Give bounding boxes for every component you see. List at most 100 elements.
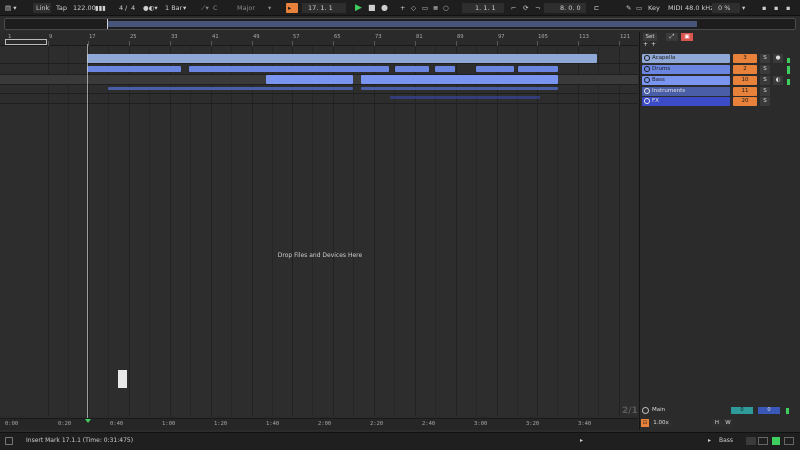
status-toggle-icon[interactable] (5, 437, 13, 445)
track-lane-bass[interactable] (0, 75, 638, 85)
add-marker-icon[interactable]: + (643, 42, 649, 48)
track-volume[interactable]: 20 (733, 97, 757, 106)
follow-icon[interactable]: ▸ (288, 3, 291, 13)
arrangement-position-field[interactable]: 17. 1. 1 (308, 3, 333, 13)
track-lane-instruments[interactable] (0, 86, 638, 94)
height-button[interactable]: H (712, 419, 722, 427)
track-volume[interactable]: 11 (733, 87, 757, 96)
track-activator-icon[interactable] (644, 77, 650, 83)
zoom-display[interactable]: 1.00x (651, 419, 671, 427)
track-header-bass[interactable]: Bass 10 S ◐ (642, 76, 799, 86)
clip-drums[interactable] (87, 66, 181, 72)
device-detail-icon[interactable] (758, 437, 768, 445)
main-value-b[interactable]: 0 (758, 407, 780, 414)
metronome-icon[interactable]: ●◐▾ (143, 3, 158, 13)
clip-drums[interactable] (476, 66, 514, 72)
solo-button[interactable]: S (760, 97, 770, 106)
layout-toggle-icon[interactable] (784, 437, 794, 445)
link-button[interactable]: Link (36, 3, 49, 13)
loop-length-field[interactable]: 8. 0. 0 (560, 3, 581, 13)
key-scale-select[interactable]: Major (237, 3, 255, 13)
track-activator-icon[interactable] (644, 66, 650, 72)
arrangement-expand-icon[interactable]: ⤢ (666, 33, 678, 41)
keyboard-icon[interactable]: ▭ (636, 3, 642, 13)
zoom-lock-icon[interactable]: ⊡ (641, 419, 649, 427)
reenable-automation-icon[interactable]: ▭ (422, 3, 428, 13)
track-volume[interactable]: 10 (733, 76, 757, 85)
track-header-drums[interactable]: Drums 2 S (642, 65, 799, 75)
device-view-toggle-icon[interactable]: ▸ (708, 437, 711, 444)
clip-bass[interactable] (266, 75, 353, 84)
track-volume[interactable]: 2 (733, 65, 757, 74)
time-signature-numerator[interactable]: 4 (119, 3, 123, 13)
key-root-select[interactable]: C (213, 3, 218, 13)
track-header-acapella[interactable]: Acapella 3 S ● (642, 54, 799, 64)
insert-marker[interactable] (87, 44, 88, 418)
track-activator-icon[interactable] (644, 88, 650, 94)
bar-ruler[interactable]: 1 9 17 25 33 41 49 57 65 73 81 89 97 105… (0, 32, 638, 46)
scale-icon[interactable]: ⟋▾ (201, 3, 209, 13)
solo-button[interactable]: S (760, 65, 770, 74)
time-signature-denominator[interactable]: 4 (131, 3, 135, 13)
track-activator-icon[interactable] (644, 55, 650, 61)
clip-detail-icon[interactable] (746, 437, 756, 445)
tempo-field[interactable]: 122.00 (73, 3, 96, 13)
draw-mode-icon[interactable]: ⊏ (594, 3, 599, 13)
solo-button[interactable]: S (760, 54, 770, 63)
time-ruler[interactable]: 0:00 0:20 0:40 1:00 1:20 1:40 2:00 2:20 … (0, 418, 638, 430)
loop-start-field[interactable]: 1. 1. 1 (475, 3, 496, 13)
record-icon[interactable]: ● (381, 3, 388, 13)
automation-arm-icon[interactable]: ◇ (411, 3, 416, 13)
clip-instruments[interactable] (108, 87, 353, 90)
capture-icon[interactable]: ≣ (433, 3, 438, 13)
punch-out-icon[interactable]: ¬ (535, 3, 540, 13)
clip-drums[interactable] (395, 66, 429, 72)
set-button[interactable]: Set (643, 33, 657, 41)
monitor-icon[interactable]: ◐ (773, 76, 783, 85)
session-record-icon[interactable]: ○ (443, 3, 449, 13)
track-header-instruments[interactable]: Instruments 11 S (642, 87, 799, 97)
clip-instruments[interactable] (361, 87, 558, 90)
track-volume[interactable]: 3 (733, 54, 757, 63)
solo-button[interactable]: S (760, 76, 770, 85)
clip-drums[interactable] (435, 66, 455, 72)
midi-map-button[interactable]: MIDI (668, 3, 682, 13)
quantize-select[interactable]: 1 Bar (165, 3, 182, 13)
clip-acapella[interactable] (87, 54, 597, 63)
stop-icon[interactable]: ■ (368, 3, 376, 13)
remove-marker-icon[interactable]: + (651, 42, 657, 48)
width-button[interactable]: W (723, 419, 733, 427)
track-lane-fx[interactable] (0, 94, 638, 104)
pencil-icon[interactable]: ✎ (626, 3, 631, 13)
tap-button[interactable]: Tap (56, 3, 67, 13)
clip-fx[interactable] (390, 96, 540, 99)
track-name[interactable]: Drums (642, 65, 730, 74)
loop-switch-icon[interactable]: ⟳ (523, 3, 528, 13)
arrangement-overview[interactable] (4, 18, 796, 30)
monitor-icon[interactable]: ● (773, 54, 783, 63)
track-name[interactable]: Bass (642, 76, 730, 85)
track-name[interactable]: FX (642, 97, 730, 106)
track-lane-drums[interactable] (0, 65, 638, 75)
solo-button[interactable]: S (760, 87, 770, 96)
arrangement-view[interactable] (0, 46, 638, 416)
clip-drums[interactable] (518, 66, 558, 72)
main-activator-icon[interactable] (642, 407, 649, 414)
track-name[interactable]: Instruments (642, 87, 730, 96)
track-header-fx[interactable]: FX 20 S (642, 97, 799, 107)
record-arm-all-icon[interactable]: ▣ (681, 33, 693, 41)
main-value-a[interactable]: 0 (731, 407, 753, 414)
view-toggle-icon[interactable]: ▤ ▾ (5, 3, 16, 13)
play-icon[interactable]: ▶ (355, 3, 362, 13)
punch-in-icon[interactable]: ⌐ (511, 3, 516, 13)
overdub-icon[interactable]: + (400, 3, 405, 13)
clip-view-toggle-icon[interactable]: ▸ (580, 437, 583, 444)
clip-bass[interactable] (361, 75, 558, 84)
metronome-bars-icon[interactable]: ▮▮▮ (95, 3, 106, 13)
track-lane-acapella[interactable] (0, 54, 638, 64)
main-track-name[interactable]: Main (652, 407, 665, 413)
track-activator-icon[interactable] (644, 98, 650, 104)
track-name[interactable]: Acapella (642, 54, 730, 63)
clip-drums[interactable] (189, 66, 389, 72)
key-map-button[interactable]: Key (648, 3, 660, 13)
